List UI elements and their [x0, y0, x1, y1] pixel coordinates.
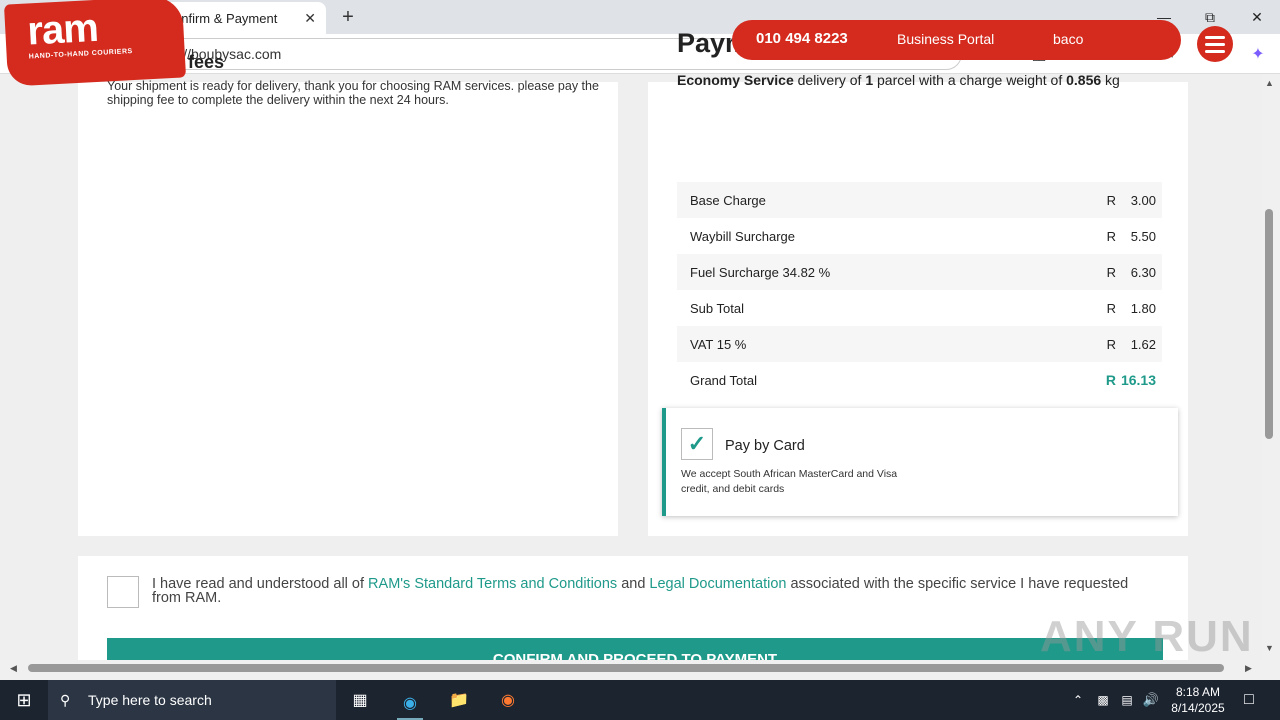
row-amount: 6.30: [1130, 264, 1156, 280]
wifi-icon[interactable]: ▤: [1114, 688, 1140, 712]
vertical-scroll-thumb[interactable]: [1265, 209, 1273, 439]
terms-text: I have read and understood all of RAM's …: [152, 576, 1152, 606]
table-row: Base Charge R 3.00: [677, 182, 1162, 218]
business-portal-link[interactable]: Business Portal: [897, 31, 994, 47]
shipping-card: [78, 82, 618, 536]
row-label: Waybill Surcharge: [690, 228, 796, 244]
desc-part: parcel with a charge weight of: [873, 72, 1067, 88]
terms-checkbox[interactable]: [107, 576, 139, 608]
anyrun-watermark: ANY RUN: [1040, 612, 1254, 661]
desc-part: delivery of: [793, 72, 866, 88]
menu-icon[interactable]: [1197, 26, 1233, 62]
pay-by-card-label: Pay by Card: [725, 438, 805, 454]
row-currency: R: [1106, 228, 1116, 244]
tray-overflow-icon[interactable]: ⌃: [1065, 688, 1091, 712]
pay-by-card-note: We accept South African MasterCard and V…: [681, 468, 898, 495]
service-description: Economy Service delivery of 1 parcel wit…: [677, 72, 1120, 88]
file-explorer-icon[interactable]: 📁: [446, 688, 472, 712]
shipping-message: Your shipment is ready for delivery, tha…: [107, 79, 599, 107]
user-link[interactable]: baco: [1053, 31, 1083, 47]
notifications-icon[interactable]: □: [1236, 688, 1262, 712]
table-row: Fuel Surcharge 34.82 % R 6.30: [677, 254, 1162, 290]
row-currency: R: [1106, 264, 1116, 280]
edge-icon[interactable]: ◉: [397, 688, 423, 720]
checkmark-icon: ✓: [687, 431, 707, 456]
header-nav-bar: 010 494 8223 Business Portal baco: [732, 20, 1181, 60]
network-icon[interactable]: ▩: [1090, 688, 1116, 712]
clock[interactable]: 8:18 AM 8/14/2025: [1160, 684, 1236, 716]
charge-weight: 0.856: [1066, 72, 1102, 88]
taskbar-search[interactable]: ⚲ Type here to search: [48, 680, 336, 720]
close-window-icon[interactable]: ✕: [1234, 0, 1280, 34]
pay-by-card-checkbox[interactable]: ✓: [681, 428, 713, 460]
service-name: Economy Service: [677, 72, 794, 88]
row-label: VAT 15 %: [690, 336, 747, 352]
legal-doc-link[interactable]: Legal Documentation: [649, 576, 786, 592]
grand-total-amount: 16.13: [1120, 372, 1156, 388]
row-label: Base Charge: [690, 192, 766, 208]
weight-unit: kg: [1101, 72, 1120, 88]
terms-part: and: [617, 576, 650, 592]
row-currency: R: [1106, 336, 1116, 352]
table-row: Sub Total R 1.80: [677, 290, 1162, 326]
horizontal-scroll-thumb[interactable]: [28, 664, 1224, 672]
row-label: Grand Total: [690, 372, 757, 388]
windows-start-icon[interactable]: ⊞: [11, 688, 37, 712]
table-row: VAT 15 % R 1.62: [677, 326, 1162, 362]
parcel-count: 1: [865, 72, 874, 88]
row-currency: R: [1105, 372, 1116, 388]
row-amount: 1.80: [1130, 300, 1156, 316]
scroll-up-arrow[interactable]: ▲: [1265, 78, 1274, 88]
row-currency: R: [1106, 300, 1116, 316]
row-currency: R: [1106, 192, 1116, 208]
firefox-icon[interactable]: ◉: [495, 688, 521, 712]
charges-table: Base Charge R 3.00 Waybill Surcharge R 5.50 …: [677, 182, 1162, 398]
scroll-down-arrow[interactable]: ▼: [1265, 643, 1274, 653]
table-row: Waybill Surcharge R 5.50: [677, 218, 1162, 254]
row-amount: 1.62: [1130, 336, 1156, 352]
ram-logo[interactable]: ram HAND-TO-HAND COURIERS: [3, 0, 187, 87]
new-tab-icon[interactable]: +: [337, 6, 359, 28]
task-view-icon[interactable]: ▦: [347, 688, 373, 712]
close-tab-icon[interactable]: ✕: [304, 10, 316, 27]
scroll-left-arrow[interactable]: ◀: [10, 663, 17, 674]
scroll-right-arrow[interactable]: ▶: [1245, 663, 1252, 674]
copilot-icon[interactable]: ✦: [1246, 42, 1270, 66]
grand-total-row: Grand Total R 16.13: [677, 362, 1162, 398]
search-icon: ⚲: [60, 691, 71, 708]
terms-link[interactable]: RAM's Standard Terms and Conditions: [368, 576, 617, 592]
row-label: Sub Total: [690, 300, 744, 316]
windows-taskbar: ⊞ ⚲ Type here to search ▦ ◉ 📁 ◉ ⌃ ▩ ▤ 🔊 …: [0, 680, 1280, 720]
row-amount: 3.00: [1130, 192, 1156, 208]
logo-word: ram: [26, 5, 99, 54]
clock-time: 8:18 AM: [1175, 685, 1221, 699]
search-placeholder: Type here to search: [88, 692, 212, 708]
phone-link[interactable]: 010 494 8223: [756, 30, 848, 47]
pay-by-card-option[interactable]: [662, 408, 1178, 516]
clock-date: 8/14/2025: [1171, 701, 1225, 715]
confirm-payment-button[interactable]: CONFIRM AND PROCEED TO PAYMENT: [107, 638, 1163, 660]
row-amount: 5.50: [1130, 228, 1156, 244]
row-label: Fuel Surcharge 34.82 %: [690, 264, 831, 280]
